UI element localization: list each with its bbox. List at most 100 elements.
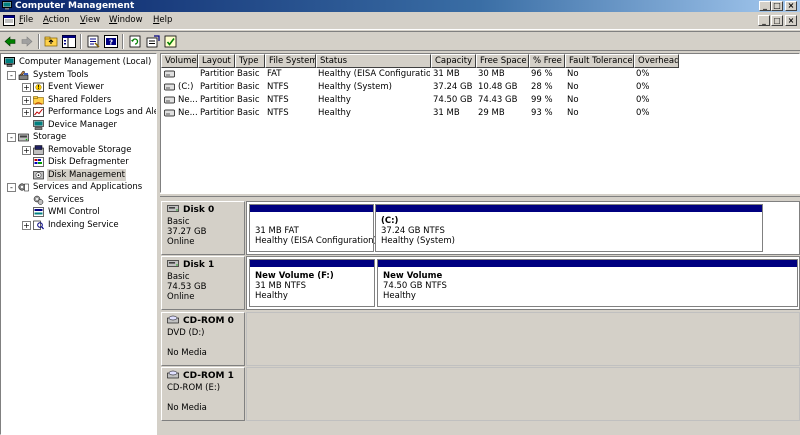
- indexing-icon: [33, 220, 44, 230]
- tree-item-label: Shared Folders: [48, 95, 112, 105]
- disk-management-icon: [33, 171, 44, 180]
- properties-icon[interactable]: [86, 35, 100, 48]
- column-header[interactable]: Type: [235, 54, 265, 68]
- volume-cell: 0%: [636, 108, 650, 118]
- volume-cell: NTFS: [267, 95, 289, 105]
- disk-icon: [167, 260, 179, 267]
- disk-info: Online: [167, 292, 195, 302]
- svg-text:!: !: [37, 85, 39, 91]
- tools-icon: [18, 70, 29, 80]
- drive-icon: [164, 70, 175, 78]
- volume-cell: 37.24 GB: [433, 82, 473, 92]
- tree-expander[interactable]: +: [22, 221, 31, 230]
- tree-item-label: Services: [48, 195, 84, 205]
- column-header[interactable]: Layout: [198, 54, 235, 68]
- tree-expander[interactable]: -: [7, 133, 16, 142]
- column-header[interactable]: Fault Tolerance: [565, 54, 634, 68]
- disk-info: CD-ROM (E:): [167, 383, 221, 393]
- volume-cell: 31 MB: [433, 69, 460, 79]
- menu-window[interactable]: Window: [109, 15, 143, 25]
- disk-info: DVD (D:): [167, 328, 205, 338]
- column-header[interactable]: Overhead: [634, 54, 679, 68]
- volume-cell: Healthy (EISA Configuration): [318, 69, 430, 79]
- column-header[interactable]: % Free: [529, 54, 565, 68]
- forward-icon[interactable]: [20, 35, 34, 48]
- volume-cell: 0%: [636, 82, 650, 92]
- partition-title: (C:): [381, 216, 399, 226]
- toolbar: ?: [0, 31, 800, 51]
- disk-graphical-view[interactable]: Disk 0 Basic 37.27 GB Online 31 MB FAT Health…: [160, 197, 800, 435]
- services-apps-icon: [18, 183, 29, 192]
- help-icon[interactable]: ?: [104, 35, 118, 48]
- title-bar[interactable]: Computer Management _ □ ×: [0, 0, 800, 12]
- tree-expander[interactable]: +: [22, 96, 31, 105]
- up-folder-icon[interactable]: [44, 35, 58, 48]
- menu-view[interactable]: View: [80, 15, 100, 25]
- child-close-button[interactable]: ×: [785, 15, 797, 26]
- partition-block[interactable]: (C:) 37.24 GB NTFS Healthy (System): [375, 204, 763, 252]
- disk-partition-area: [246, 367, 800, 421]
- volume-cell: Healthy: [318, 108, 351, 118]
- menu-bar: File Action View Window Help _ □ ×: [0, 12, 800, 30]
- tree-item-label: Storage: [33, 132, 67, 142]
- shared-folder-icon: [33, 96, 44, 105]
- column-header[interactable]: Free Space: [476, 54, 529, 68]
- tree-expander[interactable]: +: [22, 108, 31, 117]
- disk-label[interactable]: CD-ROM 0 DVD (D:) No Media: [161, 312, 245, 366]
- volume-cell: Partition: [200, 95, 234, 105]
- column-header[interactable]: Volume: [161, 54, 198, 68]
- volume-row[interactable]: Partition Basic FAT Healthy (EISA Configura…: [161, 68, 681, 81]
- refresh-icon[interactable]: [128, 35, 142, 48]
- tree-expander[interactable]: -: [7, 183, 16, 192]
- volume-row[interactable]: (C:) Partition Basic NTFS Healthy (System) 37…: [161, 81, 681, 94]
- console-window-icon[interactable]: [3, 15, 15, 26]
- export-icon[interactable]: [146, 35, 160, 48]
- column-header[interactable]: Status: [316, 54, 431, 68]
- volume-cell: Basic: [237, 95, 260, 105]
- partition-info: 37.24 GB NTFS: [381, 226, 445, 236]
- volume-row[interactable]: Ne... Partition Basic NTFS Healthy 31 MB 29 MB…: [161, 107, 681, 120]
- disk-name-text: Disk 1: [183, 260, 215, 270]
- tree-item-label: Disk Management: [47, 169, 126, 181]
- disk-icon: [167, 205, 179, 212]
- disk-label[interactable]: Disk 1 Basic 74.53 GB Online: [161, 256, 245, 310]
- volume-cell: FAT: [267, 69, 282, 79]
- close-button[interactable]: ×: [785, 1, 797, 11]
- column-header[interactable]: File System: [265, 54, 316, 68]
- partition-block[interactable]: New Volume 74.50 GB NTFS Healthy: [377, 259, 798, 307]
- maximize-button[interactable]: □: [771, 1, 783, 11]
- cdrom-icon: [167, 315, 179, 324]
- tree-expander[interactable]: +: [22, 83, 31, 92]
- console-tree[interactable]: Computer Management (Local) - System Tools…: [0, 53, 157, 435]
- help-topic-icon[interactable]: [164, 35, 178, 48]
- partition-block[interactable]: New Volume (F:) 31 MB NTFS Healthy: [249, 259, 375, 307]
- disk-partition-area: 31 MB FAT Healthy (EISA Configuration) (C:…: [246, 201, 800, 255]
- volume-cell: No: [567, 69, 579, 79]
- show-tree-icon[interactable]: [62, 35, 76, 48]
- volume-row[interactable]: Ne... Partition Basic NTFS Healthy 74.50 GB 74…: [161, 94, 681, 107]
- minimize-button[interactable]: _: [759, 1, 771, 11]
- volume-cell: Basic: [237, 82, 260, 92]
- child-minimize-button[interactable]: _: [758, 15, 770, 26]
- column-header[interactable]: Capacity: [431, 54, 476, 68]
- volume-cell: 30 MB: [478, 69, 505, 79]
- child-restore-button[interactable]: □: [771, 15, 783, 26]
- tree-item-label: Performance Logs and Alerts: [48, 107, 156, 117]
- back-icon[interactable]: [3, 35, 17, 48]
- volume-cell: 93 %: [531, 108, 553, 118]
- computer-icon: [4, 57, 15, 67]
- tree-expander[interactable]: +: [22, 146, 31, 155]
- tree-expander[interactable]: -: [7, 71, 16, 80]
- tree-item-label: Device Manager: [48, 120, 118, 130]
- disk-name: Disk 1: [167, 259, 214, 271]
- disk-label[interactable]: Disk 0 Basic 37.27 GB Online: [161, 201, 245, 255]
- defragmenter-icon: [33, 157, 44, 167]
- volume-cell: (C:): [178, 82, 194, 92]
- menu-file[interactable]: File: [19, 15, 33, 25]
- menu-action[interactable]: Action: [43, 15, 70, 25]
- disk-label[interactable]: CD-ROM 1 CD-ROM (E:) No Media: [161, 367, 245, 421]
- partition-block[interactable]: 31 MB FAT Healthy (EISA Configuration): [249, 204, 377, 252]
- menu-help[interactable]: Help: [153, 15, 172, 25]
- disk-info: Online: [167, 237, 195, 247]
- volume-list[interactable]: Volume Layout Type File System Status Capacit…: [160, 53, 800, 193]
